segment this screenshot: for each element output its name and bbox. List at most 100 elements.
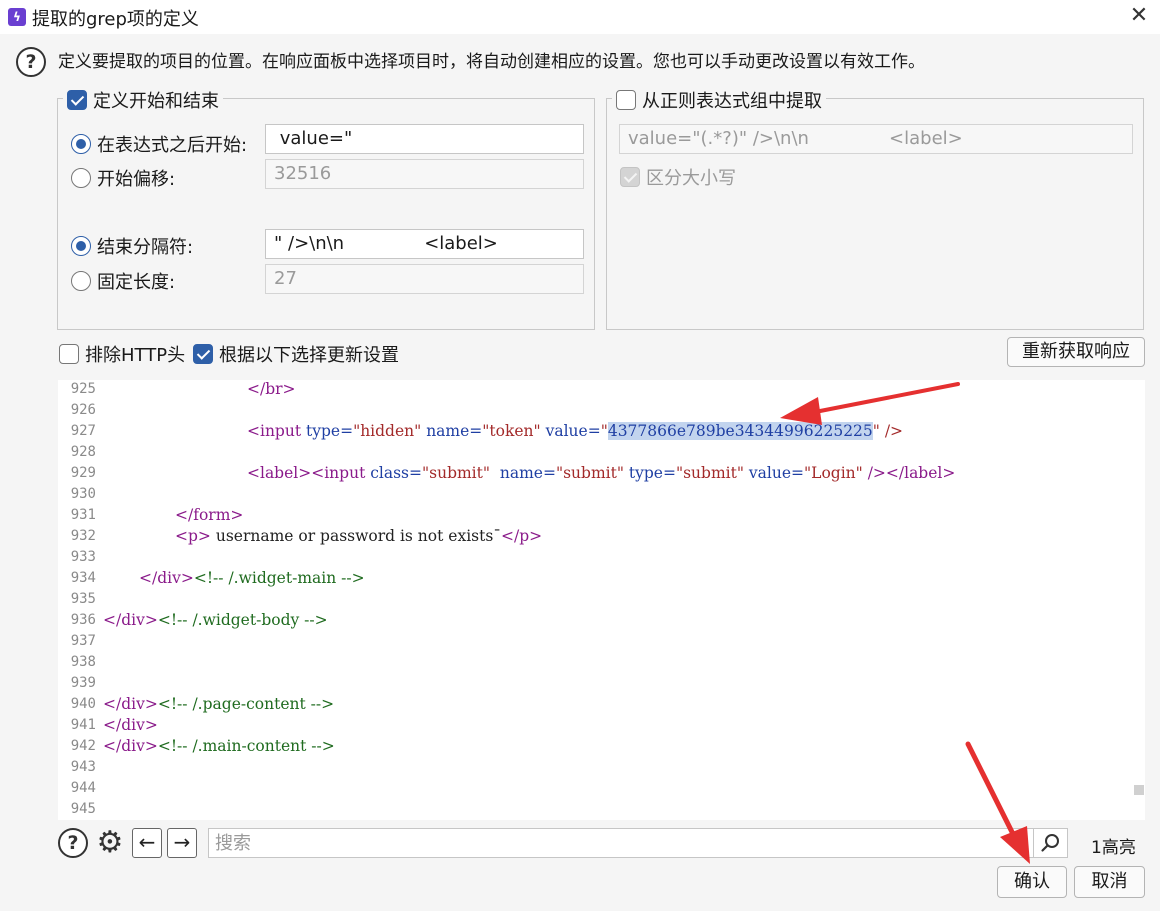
code-token: name= [490,464,556,482]
line-number: 930 [70,486,96,502]
code-token: <label> [247,464,312,482]
start-after-radio[interactable] [71,134,91,154]
settings-gear-icon[interactable]: ⚙ [93,826,127,860]
regex-title: 从正则表达式组中提取 [642,91,822,112]
line-number: 939 [70,675,96,691]
line-number: 943 [70,759,96,775]
code-token: </div> [103,716,158,734]
start-offset-option[interactable]: 开始偏移: [71,165,175,191]
selected-token-value[interactable]: 4377866e789be34344996225225 [607,422,873,440]
code-token: </div> [103,695,158,713]
line-number-gutter: 925 926 927 928 929 930 931 932 933 934 … [58,380,100,820]
line-number: 945 [70,801,96,817]
response-editor[interactable]: 925 926 927 928 929 930 931 932 933 934 … [58,380,1145,820]
editor-scrollbar[interactable] [1134,785,1144,795]
line-number: 929 [70,465,96,481]
code-token: </p> [501,527,543,545]
line-number: 942 [70,738,96,754]
description-text: 定义要提取的项目的位置。在响应面板中选择项目时，将自动创建相应的设置。您也可以手… [58,52,925,72]
update-config-checkbox[interactable] [193,344,213,364]
close-button[interactable]: ✕ [1124,2,1154,30]
regex-group-title: 从正则表达式组中提取 [612,87,826,113]
end-delimiter-option[interactable]: 结束分隔符: [71,233,193,259]
code-comment: <!-- /.widget-body --> [157,611,328,629]
help-icon[interactable]: ? [16,47,46,77]
code-token: " /> [872,422,904,440]
start-offset-radio[interactable] [71,168,91,188]
start-end-group-title: 定义开始和结束 [63,87,223,113]
fixed-length-field[interactable]: 27 [265,264,584,294]
search-input[interactable] [209,829,1033,857]
code-token: value= [743,464,805,482]
start-offset-label: 开始偏移: [97,169,176,190]
exclude-http-option[interactable]: 排除HTTP头 [59,341,185,367]
code-token: "submit" [422,464,491,482]
ok-button[interactable]: 确认 [997,866,1067,898]
code-token: "hidden" [353,422,422,440]
code-token: </div> [139,569,194,587]
end-delimiter-field[interactable]: " />\n\n <label> [265,229,584,259]
case-sensitive-checkbox[interactable] [620,167,640,187]
code-token: value= [540,422,601,440]
case-sensitive-option[interactable]: 区分大小写 [620,164,736,190]
highlight-count: 1高亮 [1091,838,1136,858]
line-number: 926 [70,402,96,418]
code-token: <input [311,464,366,482]
regex-checkbox[interactable] [616,90,636,110]
line-number: 936 [70,612,96,628]
code-line: </div> [103,716,158,734]
code-token: </form> [175,506,244,524]
start-after-option[interactable]: 在表达式之后开始: [71,131,247,157]
update-config-label: 根据以下选择更新设置 [219,345,399,366]
code-token: ¯ [493,527,502,545]
start-after-label: 在表达式之后开始: [97,135,248,156]
editor-help-icon[interactable]: ? [58,828,88,858]
search-button[interactable] [1033,829,1067,857]
code-token: type= [623,464,676,482]
start-offset-field[interactable]: 32516 [265,159,584,189]
exclude-http-checkbox[interactable] [59,344,79,364]
window-title: 提取的grep项的定义 [32,9,199,30]
code-token: name= [421,422,483,440]
code-line: <input type="hidden" name="token" value=… [103,422,903,440]
line-number: 931 [70,507,96,523]
code-token: class= [365,464,422,482]
line-number: 938 [70,654,96,670]
forward-arrow-icon[interactable]: → [167,828,197,858]
code-token: </div> [103,737,158,755]
code-token: </br> [247,380,296,398]
line-number: 935 [70,591,96,607]
code-token: <input [247,422,302,440]
code-token: "submit" [555,464,624,482]
back-arrow-icon[interactable]: ← [132,828,162,858]
cancel-button[interactable]: 取消 [1074,866,1145,898]
fixed-length-option[interactable]: 固定长度: [71,268,175,294]
line-number: 932 [70,528,96,544]
code-token: "submit" [675,464,744,482]
start-after-field[interactable]: value=" [265,124,584,154]
fixed-length-label: 固定长度: [97,272,176,293]
update-config-option[interactable]: 根据以下选择更新设置 [193,341,399,367]
end-delimiter-radio[interactable] [71,236,91,256]
line-number: 934 [70,570,96,586]
fixed-length-radio[interactable] [71,271,91,291]
code-token: username or password is not exists [210,527,494,545]
code-token: </div> [103,611,158,629]
line-number: 928 [70,444,96,460]
line-number: 933 [70,549,96,565]
search-box [208,828,1068,858]
exclude-http-label: 排除HTTP头 [85,345,186,366]
code-token: /></label> [862,464,956,482]
code-line: <label><input class="submit" name="submi… [103,464,955,482]
start-end-checkbox[interactable] [67,90,87,110]
code-comment: <!-- /.main-content --> [157,737,335,755]
regex-pattern-field[interactable]: value="(.*?)" />\n\n <label> [619,124,1133,154]
burp-lightning-icon: ϟ [8,8,26,26]
case-sensitive-label: 区分大小写 [646,168,736,189]
code-line: </div><!-- /.page-content --> [103,695,334,713]
line-number: 925 [70,381,96,397]
refetch-response-button[interactable]: 重新获取响应 [1007,337,1145,367]
line-number: 941 [70,717,96,733]
code-line: </br> [103,380,296,398]
code-comment: <!-- /.page-content --> [157,695,335,713]
